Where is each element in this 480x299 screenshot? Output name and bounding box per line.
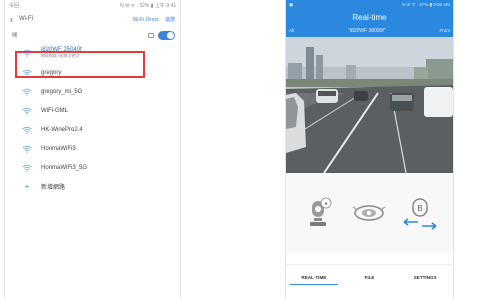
page-title: Real-time <box>352 13 387 22</box>
switch-camera-letter: B <box>417 204 422 213</box>
network-text: HonmaWiFi3 <box>41 146 76 152</box>
status-bar: 令回 N ✉ ᯤ ᐧ 32% ▮ 上午 9:41 <box>5 0 180 11</box>
tab-file[interactable]: FILE <box>342 265 398 289</box>
realtime-header: ▣ N ✉ ᯤ ᐧ 27% ▮ 9:06 AM Real-time Alt "i… <box>286 0 453 37</box>
network-item-honmawifi3-5g[interactable]: HonmaWiFi3_5G <box>5 158 180 177</box>
network-text: HonmaWiFi3_5G <box>41 165 87 171</box>
wifi-icon <box>22 107 32 115</box>
wifi-toggle-label: 開 <box>12 33 18 39</box>
network-item-wifi-gml[interactable]: WiFi-GML <box>5 101 180 120</box>
wifi-icon <box>22 164 32 172</box>
wifi-direct-button[interactable]: Wi-Fi Direct <box>132 17 158 23</box>
wifi-settings-screen: 令回 N ✉ ᯤ ᐧ 32% ▮ 上午 9:41 ‹ Wi-Fi Wi-Fi D… <box>4 0 181 299</box>
camera-controls: ● B <box>286 173 453 253</box>
wifi-toggle-switch[interactable] <box>158 30 175 40</box>
camera-feed-image <box>286 37 453 173</box>
status-right: N ✉ ᯤ ᐧ 32% ▮ 上午 9:41 <box>120 3 176 9</box>
left-action-button[interactable]: Alt <box>289 28 294 34</box>
selected-network-highlight <box>15 51 145 78</box>
network-text: HK-WinePro2.4 <box>41 127 83 133</box>
network-name: HK-WinePro2.4 <box>41 126 83 133</box>
add-network-label: 新增網路 <box>41 185 66 191</box>
page-title: Wi-Fi <box>19 16 33 22</box>
wifi-header: ‹ Wi-Fi Wi-Fi Direct 進階 <box>5 11 180 27</box>
status-left: 令回 <box>9 3 20 9</box>
toggle-group <box>148 30 175 40</box>
bottom-nav: REAL-TIME FILE SETTINGS <box>286 264 453 289</box>
status-right: N ✉ ᯤ ᐧ 27% ▮ 9:06 AM <box>401 1 450 7</box>
switch-camera-icon[interactable]: B <box>402 193 438 233</box>
wifi-icon <box>22 126 32 134</box>
network-item-honmawifi3[interactable]: HonmaWiFi3 <box>5 139 180 158</box>
tab-real-time[interactable]: REAL-TIME <box>286 265 342 289</box>
svg-text:●: ● <box>325 201 328 207</box>
camera-position-button[interactable]: Front <box>439 28 450 34</box>
network-text: 新增網路 <box>41 182 65 191</box>
camera-subheader: Alt "i820WF 38090f" Front <box>286 28 453 34</box>
network-text: WiFi-GML <box>41 108 68 114</box>
back-arrow-icon[interactable]: ‹ <box>10 14 13 24</box>
lock-icon <box>148 32 154 38</box>
status-bar: ▣ N ✉ ᯤ ᐧ 27% ▮ 9:06 AM <box>286 0 453 9</box>
plus-icon: + <box>24 181 30 191</box>
network-text: gregory_mi_5G <box>41 89 82 95</box>
status-left: ▣ <box>289 1 294 7</box>
network-item-hk-winepro[interactable]: HK-WinePro2.4 <box>5 120 180 139</box>
network-name: WiFi-GML <box>41 107 68 114</box>
wifi-icon <box>22 88 32 96</box>
network-name: HonmaWiFi3_5G <box>41 164 88 171</box>
header-actions: Wi-Fi Direct 進階 <box>127 16 175 23</box>
live-camera-view[interactable] <box>286 37 453 173</box>
wifi-icon <box>22 145 32 153</box>
network-item-gregory-mi-5g[interactable]: gregory_mi_5G <box>5 82 180 101</box>
network-name: gregory_mi_5G <box>41 88 83 95</box>
network-name: HonmaWiFi3 <box>41 145 76 152</box>
tab-settings[interactable]: SETTINGS <box>397 265 453 289</box>
camera-ssid: "i820WF 38090f" <box>348 28 386 34</box>
wifi-toggle-row: 開 <box>5 27 180 43</box>
record-icon[interactable]: ● <box>301 193 337 233</box>
snapshot-icon[interactable] <box>351 193 387 233</box>
realtime-screen: ▣ N ✉ ᯤ ᐧ 27% ▮ 9:06 AM Real-time Alt "i… <box>285 0 454 299</box>
more-button[interactable]: 進階 <box>165 17 175 23</box>
add-network-item[interactable]: + 新增網路 <box>5 177 180 196</box>
